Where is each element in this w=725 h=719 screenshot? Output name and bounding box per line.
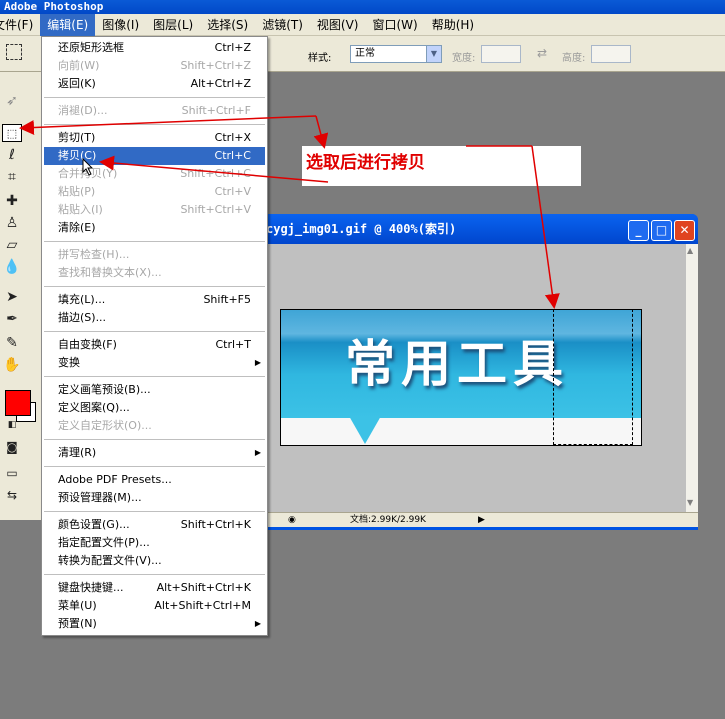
annotation-arrows bbox=[19, 115, 560, 309]
arrow-to-marquee-tool bbox=[19, 115, 317, 136]
arrow-to-selection bbox=[531, 145, 560, 309]
arrow-to-callout bbox=[313, 115, 329, 149]
arrow-to-copy bbox=[99, 155, 329, 183]
